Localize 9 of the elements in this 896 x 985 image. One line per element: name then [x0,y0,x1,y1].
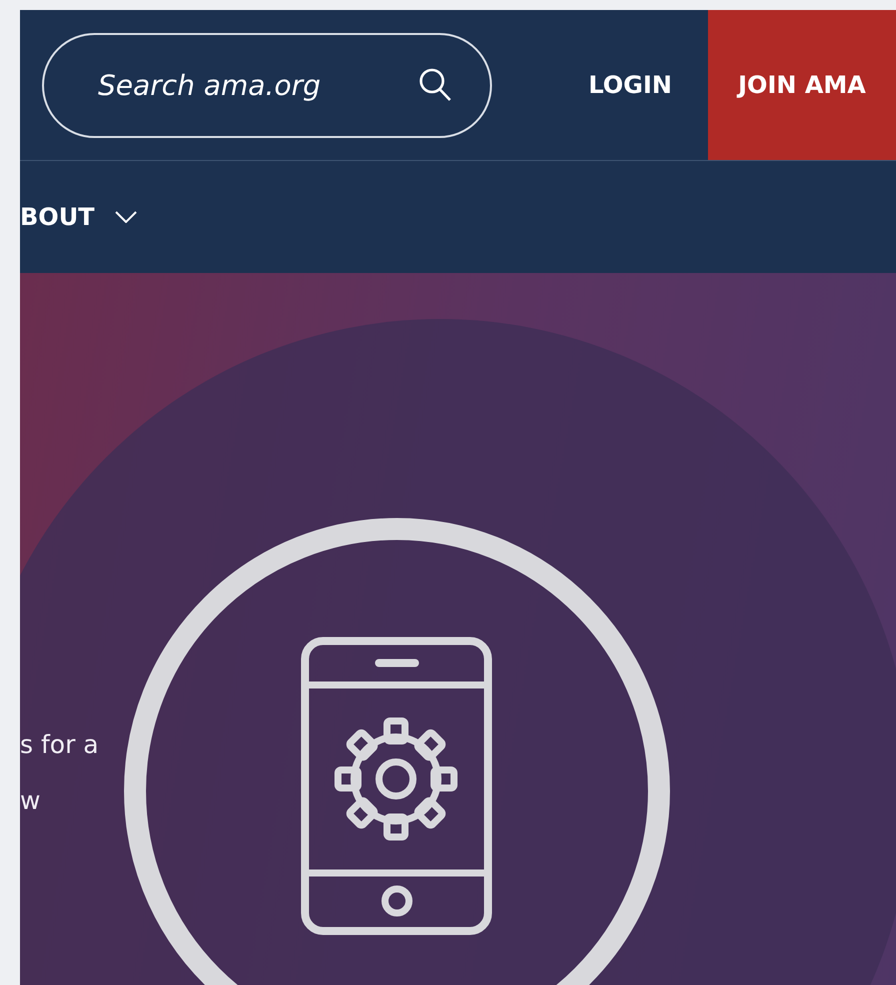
search-icon [418,66,452,102]
nav-item[interactable]: BOUT [20,203,137,231]
phone-settings-icon [124,518,670,985]
join-button[interactable]: JOIN AMA [708,10,896,160]
login-link[interactable]: LOGIN [588,71,672,99]
hero-text: s for a [20,729,99,761]
chevron-icon [114,211,137,223]
hero-text: w [20,785,42,817]
search-field[interactable]: Search ama.org [42,32,492,138]
